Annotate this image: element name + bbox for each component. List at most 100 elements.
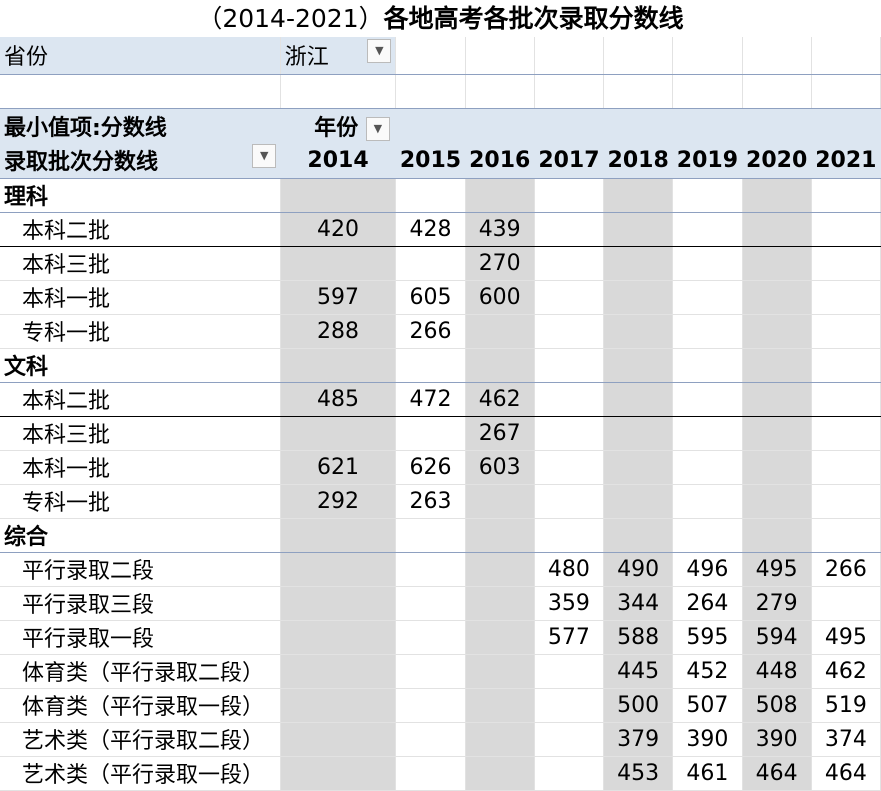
value-cell[interactable] [465, 348, 534, 382]
value-cell[interactable] [604, 314, 673, 348]
value-cell[interactable] [534, 688, 603, 722]
value-cell[interactable]: 519 [811, 688, 880, 722]
value-cell[interactable] [534, 518, 603, 552]
value-cell[interactable]: 600 [465, 280, 534, 314]
year-header[interactable]: 2017 [534, 143, 603, 178]
value-cell[interactable] [604, 484, 673, 518]
value-cell[interactable] [534, 212, 603, 246]
row-label[interactable]: 艺术类（平行录取二段） [0, 722, 280, 756]
value-cell[interactable] [280, 586, 396, 620]
row-label[interactable]: 理科 [0, 178, 280, 212]
value-cell[interactable] [673, 246, 742, 280]
value-cell[interactable] [280, 348, 396, 382]
value-cell[interactable] [396, 518, 465, 552]
value-cell[interactable] [465, 688, 534, 722]
value-cell[interactable]: 605 [396, 280, 465, 314]
value-cell[interactable] [742, 212, 811, 246]
value-cell[interactable] [742, 450, 811, 484]
value-cell[interactable]: 439 [465, 212, 534, 246]
year-header[interactable]: 2015 [396, 143, 465, 178]
value-cell[interactable] [811, 246, 880, 280]
value-cell[interactable]: 495 [811, 620, 880, 654]
value-cell[interactable] [742, 382, 811, 416]
year-header[interactable]: 2014 [280, 143, 396, 178]
value-cell[interactable] [604, 178, 673, 212]
value-cell[interactable]: 595 [673, 620, 742, 654]
value-cell[interactable]: 464 [811, 756, 880, 790]
value-cell[interactable] [534, 756, 603, 790]
value-cell[interactable] [811, 348, 880, 382]
value-cell[interactable]: 390 [673, 722, 742, 756]
value-cell[interactable] [811, 314, 880, 348]
value-cell[interactable] [673, 314, 742, 348]
row-label[interactable]: 体育类（平行录取一段） [0, 688, 280, 722]
year-header[interactable]: 2019 [673, 143, 742, 178]
value-cell[interactable] [396, 416, 465, 450]
value-cell[interactable]: 420 [280, 212, 396, 246]
value-cell[interactable] [811, 178, 880, 212]
value-cell[interactable] [604, 518, 673, 552]
value-cell[interactable] [673, 450, 742, 484]
value-cell[interactable] [534, 450, 603, 484]
value-cell[interactable]: 344 [604, 586, 673, 620]
value-cell[interactable] [465, 314, 534, 348]
value-cell[interactable] [280, 756, 396, 790]
row-label[interactable]: 本科二批 [0, 382, 280, 416]
value-cell[interactable]: 270 [465, 246, 534, 280]
value-cell[interactable] [811, 416, 880, 450]
value-cell[interactable] [534, 484, 603, 518]
value-cell[interactable] [280, 552, 396, 586]
value-cell[interactable] [465, 620, 534, 654]
value-cell[interactable]: 496 [673, 552, 742, 586]
value-cell[interactable]: 448 [742, 654, 811, 688]
chevron-down-icon[interactable]: ▼ [252, 144, 276, 168]
value-cell[interactable] [604, 246, 673, 280]
value-cell[interactable]: 263 [396, 484, 465, 518]
value-cell[interactable]: 267 [465, 416, 534, 450]
value-cell[interactable]: 452 [673, 654, 742, 688]
value-cell[interactable]: 462 [811, 654, 880, 688]
value-cell[interactable] [280, 416, 396, 450]
value-cell[interactable] [396, 722, 465, 756]
value-cell[interactable]: 288 [280, 314, 396, 348]
value-cell[interactable] [604, 212, 673, 246]
row-label[interactable]: 体育类（平行录取二段） [0, 654, 280, 688]
value-cell[interactable]: 279 [742, 586, 811, 620]
value-cell[interactable] [396, 654, 465, 688]
row-label[interactable]: 专科一批 [0, 314, 280, 348]
value-cell[interactable] [396, 620, 465, 654]
row-label[interactable]: 本科二批 [0, 212, 280, 246]
value-cell[interactable] [465, 178, 534, 212]
value-cell[interactable] [465, 518, 534, 552]
value-cell[interactable] [742, 484, 811, 518]
value-cell[interactable] [742, 280, 811, 314]
value-cell[interactable]: 594 [742, 620, 811, 654]
value-cell[interactable] [811, 586, 880, 620]
value-cell[interactable] [742, 178, 811, 212]
row-label[interactable]: 专科一批 [0, 484, 280, 518]
value-cell[interactable] [396, 552, 465, 586]
row-label[interactable]: 平行录取三段 [0, 586, 280, 620]
value-cell[interactable] [604, 450, 673, 484]
value-cell[interactable] [534, 382, 603, 416]
row-label[interactable]: 本科三批 [0, 246, 280, 280]
row-label[interactable]: 本科三批 [0, 416, 280, 450]
value-cell[interactable]: 379 [604, 722, 673, 756]
year-header[interactable]: 2018 [604, 143, 673, 178]
value-cell[interactable] [534, 178, 603, 212]
value-cell[interactable]: 264 [673, 586, 742, 620]
value-cell[interactable] [742, 246, 811, 280]
value-cell[interactable] [604, 416, 673, 450]
value-cell[interactable] [673, 518, 742, 552]
value-cell[interactable] [673, 280, 742, 314]
value-cell[interactable] [465, 654, 534, 688]
value-cell[interactable] [534, 314, 603, 348]
value-cell[interactable]: 390 [742, 722, 811, 756]
value-cell[interactable] [811, 280, 880, 314]
value-cell[interactable]: 462 [465, 382, 534, 416]
row-label[interactable]: 艺术类（平行录取一段） [0, 756, 280, 790]
value-cell[interactable] [280, 654, 396, 688]
value-cell[interactable] [465, 552, 534, 586]
value-cell[interactable] [396, 688, 465, 722]
value-cell[interactable] [465, 586, 534, 620]
